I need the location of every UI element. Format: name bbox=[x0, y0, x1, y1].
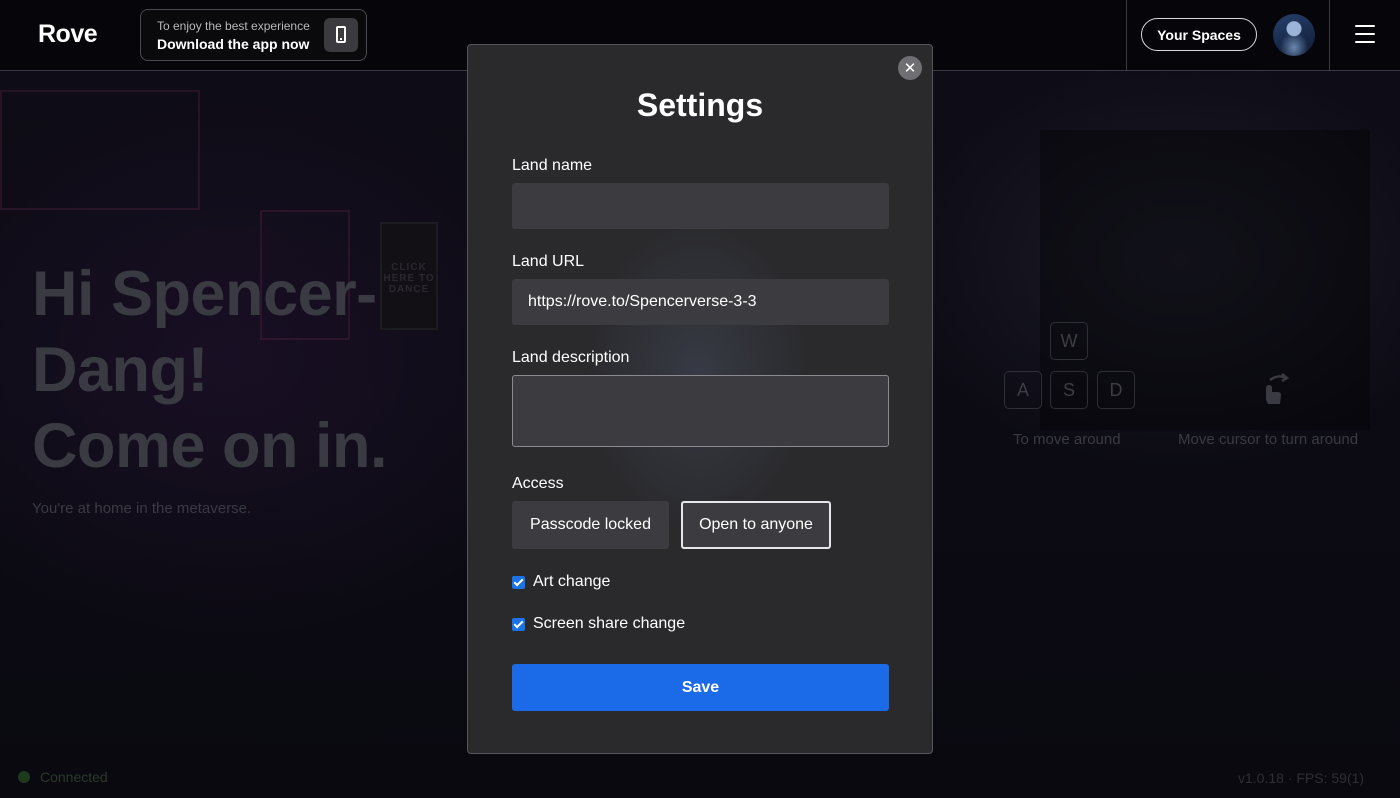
welcome-subtitle: You're at home in the metaverse. bbox=[32, 500, 252, 517]
status-dot-icon bbox=[18, 771, 30, 783]
land-description-label: Land description bbox=[512, 349, 630, 366]
close-icon[interactable]: ✕ bbox=[898, 56, 922, 80]
download-app-banner[interactable]: To enjoy the best experience Download th… bbox=[140, 9, 367, 61]
settings-modal: ✕ Settings Land name Land URL Land descr… bbox=[467, 44, 933, 754]
welcome-line: Dang! bbox=[32, 335, 208, 405]
land-description-textarea[interactable] bbox=[512, 375, 889, 447]
rove-logo[interactable]: Rove bbox=[38, 20, 98, 49]
move-hint: To move around bbox=[1013, 431, 1121, 448]
land-url-label: Land URL bbox=[512, 253, 585, 270]
art-change-checkbox[interactable] bbox=[512, 575, 525, 589]
welcome-line: Hi Spencer- bbox=[32, 259, 377, 329]
promo-headline: Download the app now bbox=[157, 36, 310, 52]
welcome-line: Come on in. bbox=[32, 411, 388, 481]
key-a: A bbox=[1004, 371, 1042, 409]
land-name-label: Land name bbox=[512, 157, 593, 174]
connection-status: Connected bbox=[18, 769, 108, 785]
hamburger-menu-icon[interactable] bbox=[1355, 25, 1375, 43]
passcode-locked-button[interactable]: Passcode locked bbox=[512, 501, 669, 549]
hand-drag-icon bbox=[1266, 373, 1290, 404]
your-spaces-button[interactable]: Your Spaces bbox=[1141, 18, 1257, 51]
key-d: D bbox=[1097, 371, 1135, 409]
avatar[interactable] bbox=[1273, 14, 1315, 56]
art-change-option[interactable]: Art change bbox=[512, 573, 610, 591]
screen-share-label: Screen share change bbox=[533, 615, 686, 632]
screen-share-option[interactable]: Screen share change bbox=[512, 615, 685, 633]
divider bbox=[1329, 0, 1330, 70]
art-change-label: Art change bbox=[533, 573, 611, 590]
phone-icon[interactable] bbox=[324, 18, 358, 52]
screen-share-checkbox[interactable] bbox=[512, 617, 525, 631]
open-to-anyone-button[interactable]: Open to anyone bbox=[681, 501, 831, 549]
welcome-heading: Hi Spencer- Dang! Come on in. bbox=[32, 256, 412, 484]
turn-hint: Move cursor to turn around bbox=[1178, 431, 1359, 448]
divider bbox=[1126, 0, 1127, 70]
version-fps: v1.0.18 · FPS: 59(1) bbox=[1238, 770, 1365, 786]
save-button[interactable]: Save bbox=[512, 664, 889, 711]
status-text: Connected bbox=[40, 769, 108, 785]
access-label: Access bbox=[512, 475, 564, 492]
scene-decoration bbox=[0, 90, 200, 210]
promo-subtext: To enjoy the best experience bbox=[157, 19, 310, 33]
key-w: W bbox=[1050, 322, 1088, 360]
key-s: S bbox=[1050, 371, 1088, 409]
modal-title: Settings bbox=[636, 87, 764, 123]
land-url-input[interactable] bbox=[512, 279, 889, 325]
land-name-input[interactable] bbox=[512, 183, 889, 229]
scene-screen bbox=[1040, 130, 1370, 430]
